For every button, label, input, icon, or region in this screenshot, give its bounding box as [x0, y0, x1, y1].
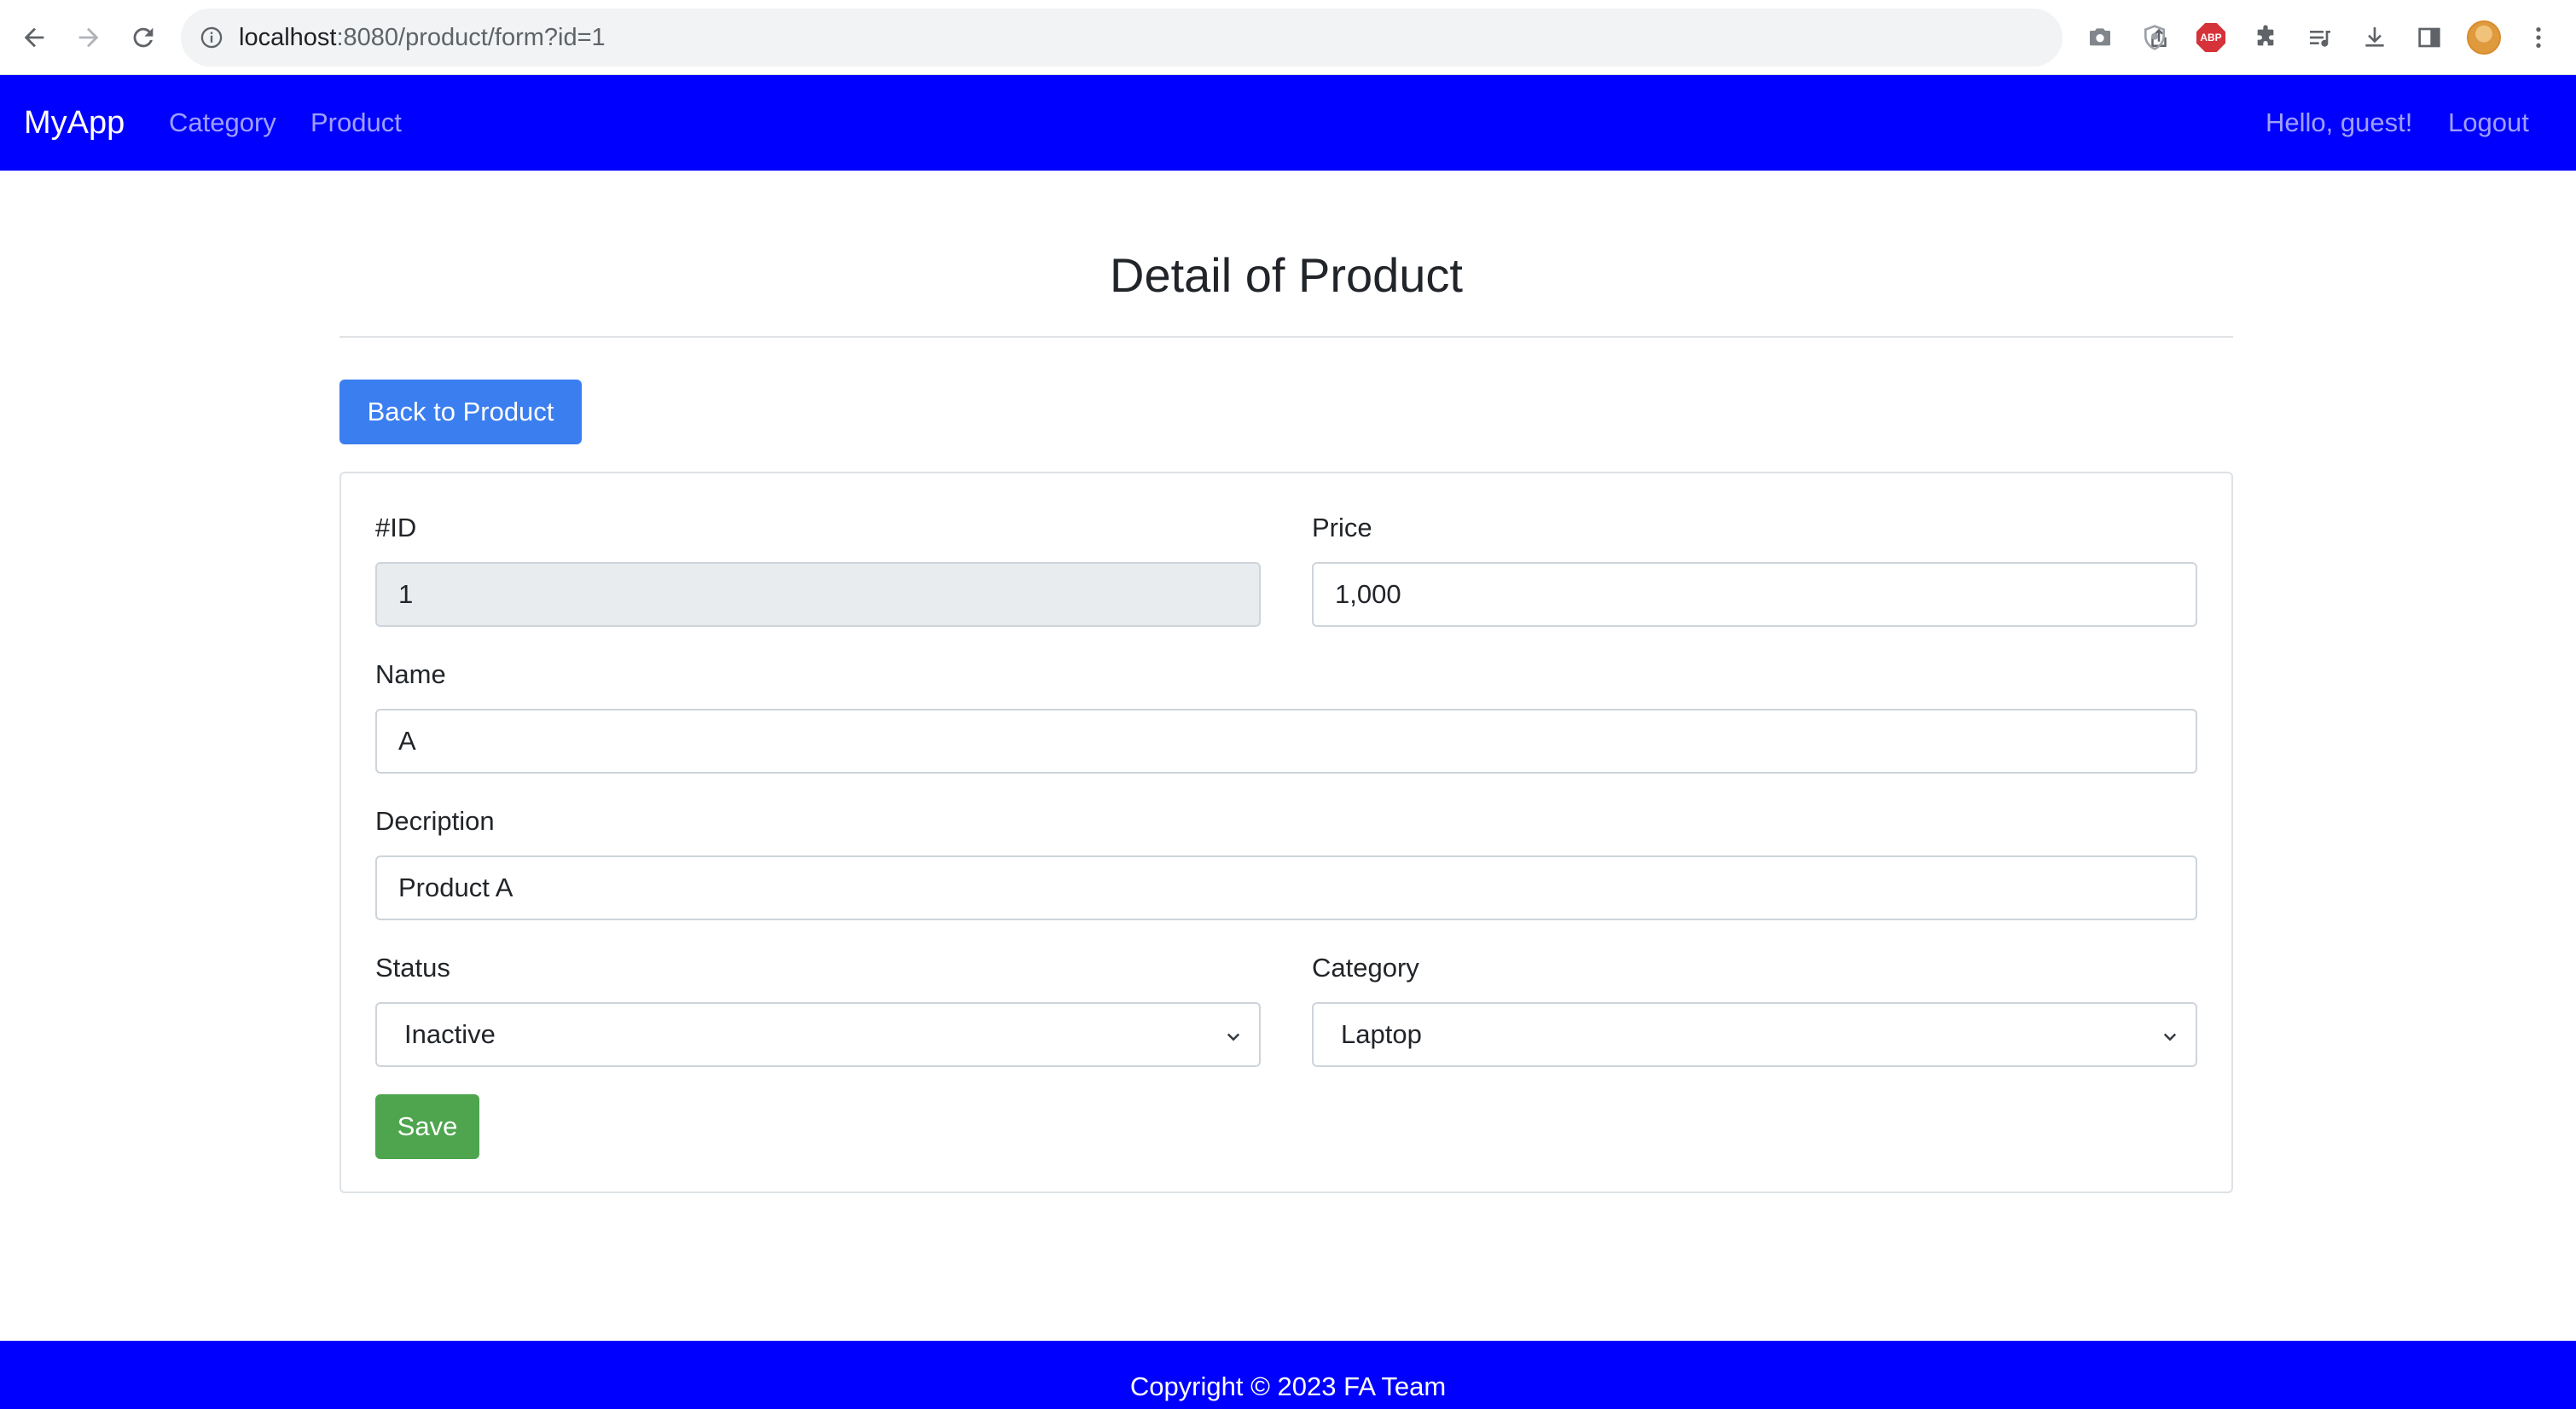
nav-link-product[interactable]: Product — [310, 75, 402, 171]
title-divider — [339, 336, 2233, 338]
chevron-down-icon — [1227, 1033, 1240, 1041]
reload-icon[interactable] — [123, 17, 164, 58]
category-label: Category — [1312, 953, 1419, 983]
description-field[interactable]: Product A — [375, 855, 2197, 920]
back-to-product-button[interactable]: Back to Product — [339, 380, 582, 444]
forward-arrow-icon[interactable] — [68, 17, 109, 58]
avatar — [2467, 20, 2501, 55]
name-label: Name — [375, 659, 446, 689]
more-menu-icon[interactable] — [2521, 20, 2556, 55]
category-select[interactable]: Laptop — [1312, 1002, 2197, 1067]
description-label: Decription — [375, 806, 495, 836]
back-arrow-icon[interactable] — [14, 17, 55, 58]
page-footer: Copyright © 2023 FA Team — [0, 1341, 2576, 1409]
adblock-plus-label: ABP — [2196, 23, 2225, 52]
save-button[interactable]: Save — [375, 1094, 479, 1159]
shield-icon[interactable] — [2138, 20, 2172, 55]
camera-icon[interactable] — [2083, 20, 2117, 55]
chevron-down-icon — [2163, 1033, 2177, 1041]
id-label: #ID — [375, 513, 417, 542]
browser-toolbar: localhost:8080/product/form?id=1 ABP — [0, 0, 2576, 75]
address-url[interactable]: localhost:8080/product/form?id=1 — [239, 9, 606, 67]
brand-link[interactable]: MyApp — [24, 75, 125, 171]
site-info-icon[interactable] — [200, 26, 223, 49]
side-panel-icon[interactable] — [2412, 20, 2446, 55]
copyright-text: Copyright © 2023 FA Team — [1129, 1371, 1447, 1401]
user-greeting: Hello, guest! — [2266, 107, 2413, 137]
status-select[interactable]: Inactive — [375, 1002, 1261, 1067]
status-label: Status — [375, 953, 450, 983]
profile-avatar[interactable] — [2467, 20, 2501, 55]
category-selected-value: Laptop — [1341, 1019, 1422, 1049]
address-bar[interactable]: localhost:8080/product/form?id=1 — [181, 9, 2224, 67]
adblock-plus-icon[interactable]: ABP — [2194, 20, 2228, 55]
status-selected-value: Inactive — [404, 1019, 496, 1049]
logout-link[interactable]: Logout — [2448, 75, 2529, 171]
id-field[interactable]: 1 — [375, 562, 1261, 627]
name-field[interactable]: A — [375, 709, 2197, 774]
price-field[interactable]: 1,000 — [1312, 562, 2197, 627]
nav-link-category[interactable]: Category — [169, 75, 276, 171]
reading-list-icon[interactable] — [2303, 20, 2337, 55]
page-title: Detail of Product — [1110, 248, 1463, 302]
price-label: Price — [1312, 513, 1372, 542]
download-icon[interactable] — [2358, 20, 2392, 55]
extensions-puzzle-icon[interactable] — [2248, 20, 2283, 55]
app-navbar: MyApp Category Product Hello, guest! Log… — [0, 75, 2576, 171]
